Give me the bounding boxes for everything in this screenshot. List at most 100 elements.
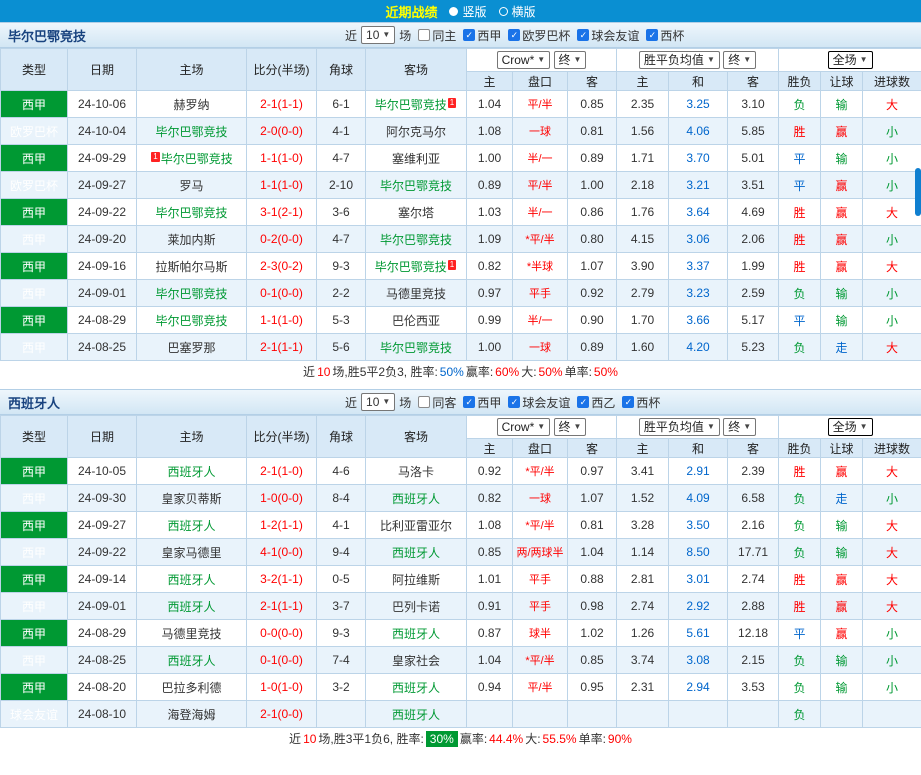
team-link[interactable]: 巴塞罗那 [167,341,215,355]
checkbox-league-laliga[interactable]: 西甲 [463,394,501,411]
near-count-select[interactable]: 10 ▼ [361,26,396,44]
score-cell: 1-1(1-0) [246,144,317,172]
corner-cell: 3-2 [316,673,366,701]
team-link[interactable]: 西班牙人 [392,546,440,560]
europe-draw-odds: 3.23 [668,279,729,307]
team-link[interactable]: 塞尔塔 [398,206,434,220]
team-link[interactable]: 马洛卡 [398,465,434,479]
team-link[interactable]: 西班牙人 [167,654,215,668]
asia-away-odds: 0.81 [566,117,618,145]
checkbox-icon [577,396,590,408]
team-link[interactable]: 西班牙人 [392,492,440,506]
checkbox-icon [646,29,659,41]
team-link[interactable]: 毕尔巴鄂竞技 [155,125,227,139]
team-link[interactable]: 阿拉维斯 [392,573,440,587]
team-link[interactable]: 毕尔巴鄂竞技 [155,314,227,328]
team-link[interactable]: 毕尔巴鄂竞技 [375,260,447,274]
home-team-cell: 海登海姆 [136,700,247,728]
checkbox-league-copa[interactable]: 西杯 [622,394,660,411]
team-section-espanyol: 西班牙人 近 10 ▼ 场 同客 西甲 球会友谊 [0,389,921,749]
team-link[interactable]: 毕尔巴鄂竞技 [155,206,227,220]
asia-home-odds: 0.82 [466,484,513,512]
scrollbar-thumb[interactable] [915,168,921,216]
checkbox-icon [622,396,635,408]
corner-cell: 9-3 [316,619,366,647]
checkbox-league-laliga[interactable]: 西甲 [463,27,501,44]
team-link[interactable]: 赫罗纳 [173,98,209,112]
match-date: 24-10-04 [67,117,137,145]
handicap-result-cell: 输 [820,144,864,172]
home-team-cell: 皇家贝蒂斯 [136,484,247,512]
team-link[interactable]: 西班牙人 [392,708,440,722]
team-link[interactable]: 马德里竞技 [386,287,446,301]
team-link[interactable]: 拉斯帕尔马斯 [155,260,227,274]
europe-time-select[interactable]: 终 ▼ [723,51,757,69]
checkbox-league-friendly[interactable]: 球会友谊 [508,394,570,411]
team-link[interactable]: 毕尔巴鄂竞技 [380,341,452,355]
team-link[interactable]: 西班牙人 [167,519,215,533]
handicap-result-cell: 赢 [820,565,864,593]
checkbox-league-europa[interactable]: 欧罗巴杯 [508,27,570,44]
summary-segment: 50% [439,364,464,379]
near-count-select[interactable]: 10 ▼ [361,393,396,411]
team-link[interactable]: 巴列卡诺 [392,600,440,614]
checkbox-same-venue[interactable]: 同主 [418,27,456,44]
team-link[interactable]: 皇家贝蒂斯 [161,492,221,506]
team-link[interactable]: 毕尔巴鄂竞技 [375,98,447,112]
odds-company-select[interactable]: Crow* ▼ [496,51,551,69]
goals-cell [862,700,921,728]
team-link[interactable]: 海登海姆 [167,708,215,722]
radio-horizontal-layout[interactable]: 横版 [498,3,536,20]
home-team-cell: 毕尔巴鄂竞技 [136,198,247,226]
europe-home-odds: 1.56 [616,117,670,145]
checkbox-league-friendly[interactable]: 球会友谊 [577,27,639,44]
team-link[interactable]: 西班牙人 [167,573,215,587]
team-link[interactable]: 毕尔巴鄂竞技 [155,287,227,301]
red-card-badge: 1 [447,97,457,108]
scope-select[interactable]: 全场 ▼ [827,418,873,436]
team-link[interactable]: 毕尔巴鄂竞技 [161,152,233,166]
team-link[interactable]: 马德里竞技 [161,627,221,641]
europe-away-odds: 5.17 [727,306,780,334]
europe-draw-odds: 2.91 [668,457,729,485]
europe-time-select[interactable]: 终 ▼ [723,418,757,436]
team-link[interactable]: 罗马 [179,179,203,193]
team-link[interactable]: 皇家马德里 [161,546,221,560]
team-link[interactable]: 西班牙人 [167,600,215,614]
asia-away-odds: 0.85 [566,90,618,118]
team-link[interactable]: 巴伦西亚 [392,314,440,328]
odds-company-select[interactable]: Crow* ▼ [496,418,551,436]
goals-cell: 大 [862,198,921,226]
team-link[interactable]: 西班牙人 [392,681,440,695]
team-link[interactable]: 比利亚雷亚尔 [380,519,452,533]
team-link[interactable]: 毕尔巴鄂竞技 [380,233,452,247]
team-link[interactable]: 皇家社会 [392,654,440,668]
summary-segment: 50% [593,364,618,379]
asia-handicap [512,700,568,728]
europe-draw-odds: 3.64 [668,198,729,226]
checkbox-league-copa[interactable]: 西杯 [646,27,684,44]
europe-odds-select[interactable]: 胜平负均值 ▼ [638,51,720,69]
team-link[interactable]: 阿尔克马尔 [386,125,446,139]
team-link[interactable]: 毕尔巴鄂竞技 [380,179,452,193]
europe-odds-select[interactable]: 胜平负均值 ▼ [638,418,720,436]
score-cell: 1-2(1-1) [246,511,317,539]
checkbox-same-venue[interactable]: 同客 [418,394,456,411]
team-link[interactable]: 塞维利亚 [392,152,440,166]
home-team-cell: 巴拉多利德 [136,673,247,701]
corner-cell: 4-7 [316,225,366,253]
corner-cell: 3-7 [316,592,366,620]
checkbox-league-segunda[interactable]: 西乙 [577,394,615,411]
asia-time-select[interactable]: 终 ▼ [553,51,587,69]
radio-vertical-layout[interactable]: 竖版 [449,3,487,20]
asia-time-select[interactable]: 终 ▼ [553,418,587,436]
team-link[interactable]: 西班牙人 [392,627,440,641]
scope-select[interactable]: 全场 ▼ [827,51,873,69]
col-europe-away: 客 [727,438,780,458]
europe-away-odds: 5.23 [727,333,780,361]
team-link[interactable]: 莱加内斯 [167,233,215,247]
result-cell: 胜 [778,117,822,145]
team-link[interactable]: 西班牙人 [167,465,215,479]
asia-home-odds: 0.97 [466,279,513,307]
team-link[interactable]: 巴拉多利德 [161,681,221,695]
